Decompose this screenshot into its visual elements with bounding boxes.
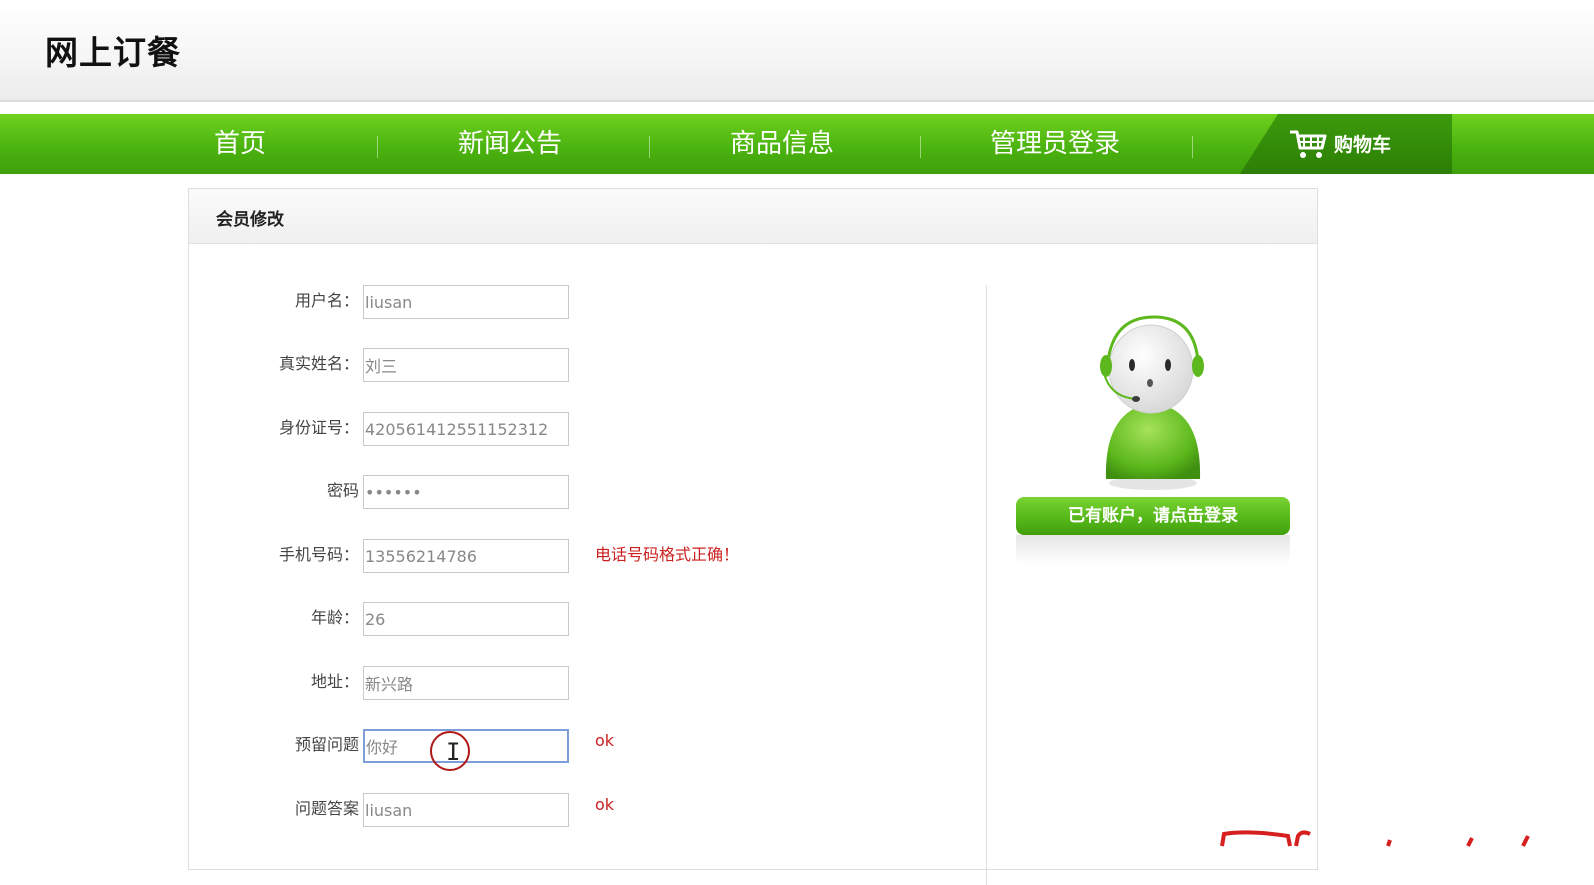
username-input[interactable] bbox=[363, 285, 569, 319]
password-label: 密码 bbox=[326, 481, 359, 500]
form-row-address: 地址： bbox=[189, 666, 889, 704]
cart-button[interactable]: 购物车 bbox=[1240, 114, 1452, 174]
nav-separator bbox=[920, 136, 921, 158]
phone-label: 手机号码： bbox=[278, 545, 359, 564]
shopping-cart-icon bbox=[1290, 130, 1327, 158]
nav-separator bbox=[649, 136, 650, 158]
red-annotation-overlay bbox=[1220, 830, 1530, 847]
nav-admin-login[interactable]: 管理员登录 bbox=[975, 114, 1135, 174]
panel-header: 会员修改 bbox=[189, 189, 1317, 244]
security-answer-label: 问题答案 bbox=[294, 799, 359, 818]
main-nav: 首页 新闻公告 商品信息 管理员登录 购物车 bbox=[0, 114, 1594, 174]
phone-input[interactable] bbox=[363, 539, 569, 573]
password-input[interactable] bbox=[363, 475, 569, 509]
nav-news[interactable]: 新闻公告 bbox=[440, 114, 580, 174]
realname-input[interactable] bbox=[363, 348, 569, 382]
security-question-hint: ok bbox=[595, 731, 615, 750]
column-divider bbox=[986, 285, 987, 885]
site-title: 网上订餐 bbox=[45, 33, 181, 72]
nav-products[interactable]: 商品信息 bbox=[712, 114, 852, 174]
form-row-phone: 手机号码： 电话号码格式正确！ bbox=[189, 539, 889, 577]
member-edit-panel: 会员修改 用户名： 真实姓名： 身份证号： 密码 手机号码： 电话号码格式正确！… bbox=[188, 188, 1318, 885]
form-row-age: 年龄： bbox=[189, 602, 889, 640]
age-label: 年龄： bbox=[310, 608, 359, 627]
customer-service-mascot-icon bbox=[1100, 315, 1204, 490]
panel-title: 会员修改 bbox=[216, 210, 284, 230]
idnumber-label: 身份证号： bbox=[278, 418, 359, 437]
username-label: 用户名： bbox=[294, 291, 359, 310]
age-input[interactable] bbox=[363, 602, 569, 636]
form-row-username: 用户名： bbox=[189, 285, 889, 323]
nav-separator bbox=[1192, 136, 1193, 158]
address-input[interactable] bbox=[363, 666, 569, 700]
security-answer-hint: ok bbox=[595, 795, 615, 814]
existing-account-login-button[interactable]: 已有账户，请点击登录 bbox=[1016, 497, 1290, 535]
login-button-reflection bbox=[1016, 535, 1290, 565]
cart-label: 购物车 bbox=[1334, 134, 1392, 156]
security-answer-input[interactable] bbox=[363, 793, 569, 827]
security-question-label: 预留问题 bbox=[294, 735, 359, 754]
nav-home[interactable]: 首页 bbox=[190, 114, 290, 174]
form-row-password: 密码 bbox=[189, 475, 889, 513]
site-header: 网上订餐 bbox=[0, 0, 1594, 102]
nav-separator bbox=[377, 136, 378, 158]
address-label: 地址： bbox=[310, 672, 359, 691]
form-row-security-question: 预留问题 ok bbox=[189, 729, 889, 767]
realname-label: 真实姓名： bbox=[278, 354, 359, 373]
form-row-security-answer: 问题答案 ok bbox=[189, 793, 889, 831]
idnumber-input[interactable] bbox=[363, 412, 569, 446]
phone-validation-hint: 电话号码格式正确！ bbox=[595, 545, 740, 564]
form-row-realname: 真实姓名： bbox=[189, 348, 889, 386]
form-row-idnumber: 身份证号： bbox=[189, 412, 889, 450]
text-cursor-icon: I bbox=[446, 738, 461, 766]
